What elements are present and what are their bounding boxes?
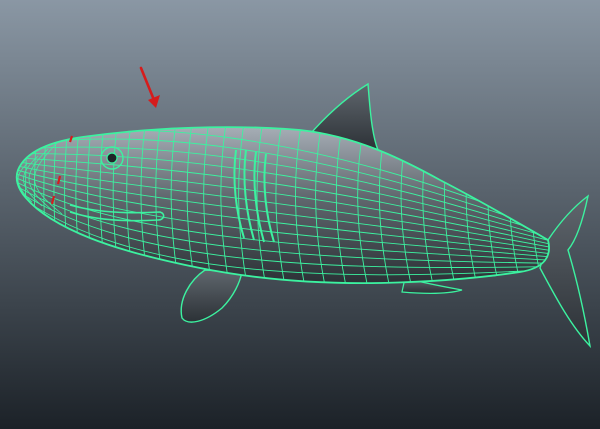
viewport-canvas[interactable] <box>0 0 600 429</box>
3d-viewport[interactable] <box>0 0 600 429</box>
